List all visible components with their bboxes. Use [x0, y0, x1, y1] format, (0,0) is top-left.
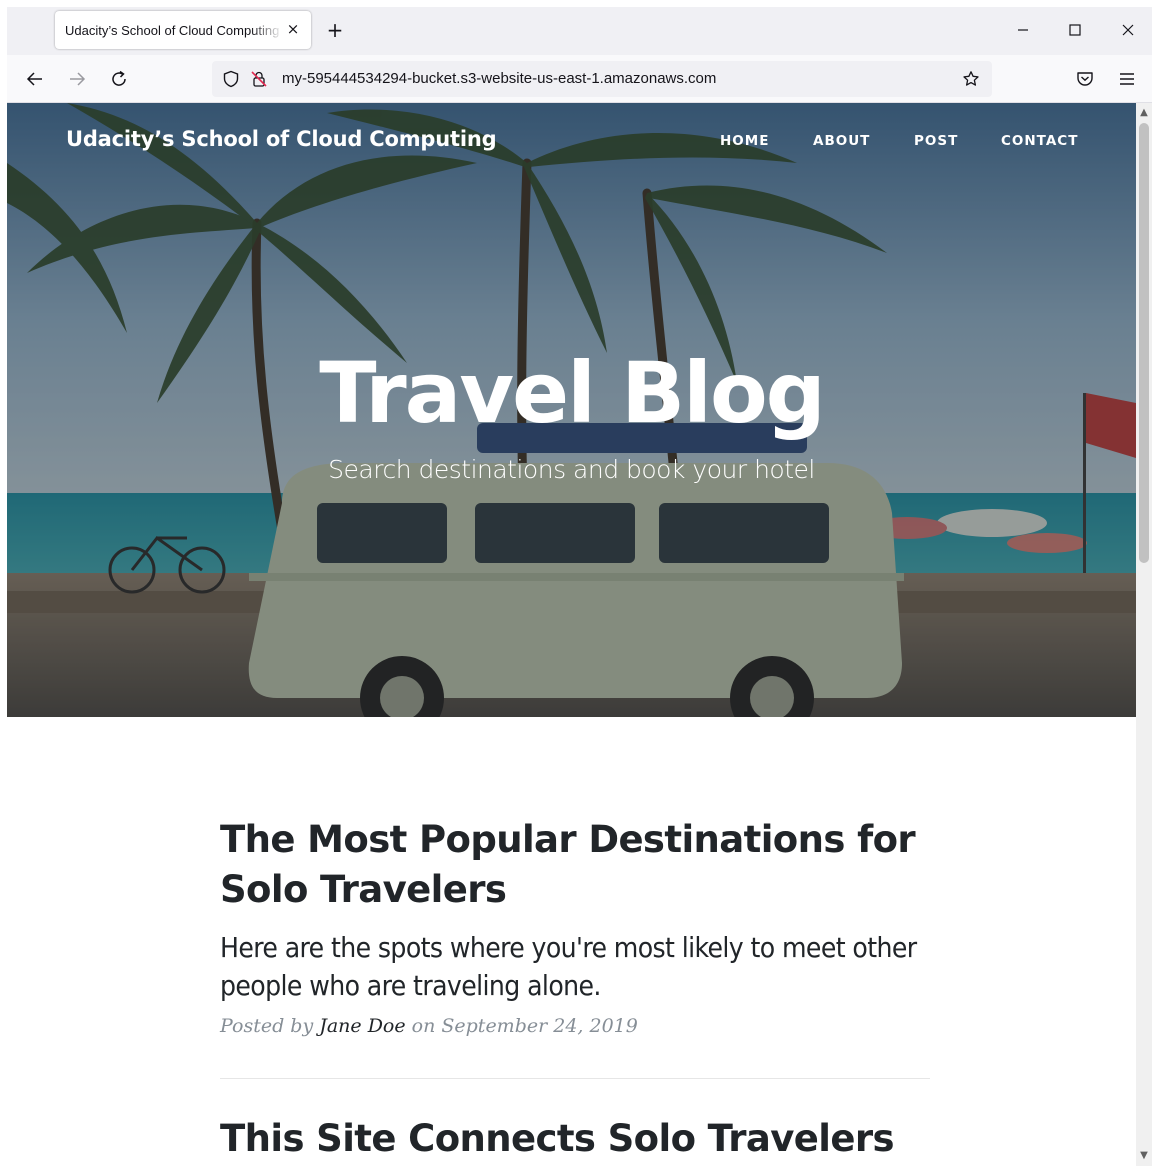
hero-title: Travel Blog [319, 344, 826, 442]
post-preview[interactable]: This Site Connects Solo Travelers [220, 1114, 930, 1164]
insecure-connection-lock-icon[interactable] [250, 70, 268, 88]
browser-window: Udacity’s School of Cloud Computing × + [7, 7, 1152, 1166]
minimize-icon[interactable] [1010, 17, 1036, 43]
nav-contact-link[interactable]: CONTACT [1001, 133, 1078, 149]
page-viewport: Udacity’s School of Cloud Computing HOME… [7, 103, 1136, 1166]
active-tab[interactable]: Udacity’s School of Cloud Computing × [55, 11, 311, 49]
navigation-toolbar: my-595444534294-bucket.s3-website-us-eas… [7, 55, 1152, 103]
reload-icon[interactable] [107, 67, 131, 91]
address-bar[interactable]: my-595444534294-bucket.s3-website-us-eas… [212, 61, 992, 97]
pocket-icon[interactable] [1073, 67, 1097, 91]
url-text: my-595444534294-bucket.s3-website-us-eas… [282, 70, 717, 87]
hero-subtitle: Search destinations and book your hotel [328, 455, 815, 484]
bookmark-star-icon[interactable] [962, 70, 980, 88]
nav-about-link[interactable]: ABOUT [813, 133, 870, 149]
post-meta: Posted by Jane Doe on September 24, 2019 [220, 1015, 930, 1037]
hero-header: Udacity’s School of Cloud Computing HOME… [7, 103, 1136, 717]
tab-bar: Udacity’s School of Cloud Computing × + [7, 7, 1152, 55]
post-meta-prefix: Posted by [220, 1015, 320, 1037]
scroll-up-arrow-icon[interactable]: ▲ [1136, 105, 1152, 121]
post-preview[interactable]: The Most Popular Destinations for Solo T… [220, 815, 930, 1037]
maximize-icon[interactable] [1062, 17, 1088, 43]
post-title[interactable]: The Most Popular Destinations for Solo T… [220, 815, 930, 915]
menu-hamburger-icon[interactable] [1115, 67, 1139, 91]
nav-home-link[interactable]: HOME [720, 133, 769, 149]
post-subtitle[interactable]: Here are the spots where you're most lik… [220, 929, 930, 1005]
forward-arrow-icon[interactable] [65, 67, 89, 91]
post-title[interactable]: This Site Connects Solo Travelers [220, 1114, 930, 1164]
new-tab-button[interactable]: + [323, 19, 347, 43]
page-scrollbar[interactable]: ▲ ▼ [1136, 103, 1152, 1166]
close-window-icon[interactable] [1115, 17, 1141, 43]
site-brand-link[interactable]: Udacity’s School of Cloud Computing [66, 127, 497, 151]
tab-close-icon[interactable]: × [285, 21, 301, 37]
nav-post-link[interactable]: POST [914, 133, 958, 149]
post-divider [220, 1078, 930, 1079]
scroll-down-arrow-icon[interactable]: ▼ [1136, 1148, 1152, 1164]
back-arrow-icon[interactable] [23, 67, 47, 91]
tracking-protection-shield-icon[interactable] [222, 70, 240, 88]
post-author-link[interactable]: Jane Doe [319, 1015, 405, 1037]
scroll-thumb[interactable] [1139, 123, 1149, 563]
post-meta-date: on September 24, 2019 [405, 1015, 638, 1037]
tab-title: Udacity’s School of Cloud Computing [65, 22, 280, 38]
